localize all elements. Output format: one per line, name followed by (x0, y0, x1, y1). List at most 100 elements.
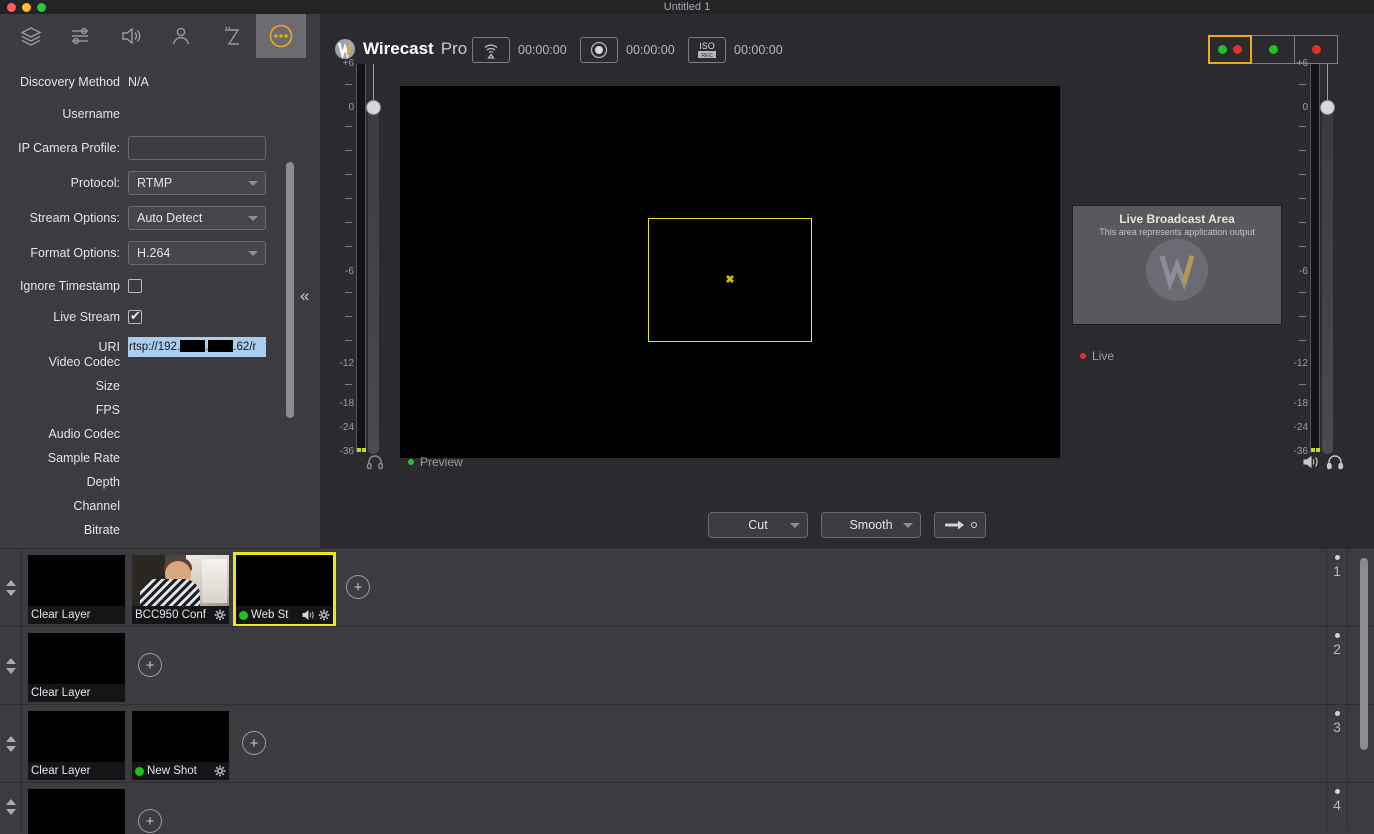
layer-visibility-dot-icon[interactable] (1335, 789, 1340, 794)
stream-options-select[interactable]: Auto Detect (128, 206, 266, 230)
shot-label: Web St (251, 609, 299, 621)
layer-number-label: 2 (1333, 641, 1341, 657)
shot-clear-layer[interactable]: Clear Layer (28, 633, 125, 702)
live-broadcast-title: Live Broadcast Area (1119, 212, 1235, 226)
shot-bcc950-conference-cam[interactable]: BCC950 Conf (132, 555, 229, 624)
sliders-icon[interactable] (56, 14, 106, 58)
stat-row: Channel (0, 494, 320, 518)
volume-fader-knob-right[interactable] (1320, 100, 1335, 115)
preview-status: Preview (408, 455, 463, 469)
shot-caption: Clear Layer (28, 684, 125, 702)
preview-canvas[interactable]: ✖ (400, 86, 1060, 458)
shot-label: Clear Layer (31, 765, 122, 777)
chevron-down-icon (248, 181, 258, 186)
ignore-timestamp-checkbox[interactable] (128, 279, 142, 293)
discovery-method-value: N/A (128, 75, 149, 89)
inspector-scrollbar[interactable] (286, 162, 294, 418)
layer-number-1[interactable]: 1 (1326, 549, 1348, 626)
shot-clear-layer[interactable]: Clear Layer (28, 555, 125, 624)
stat-label: Audio Codec (0, 427, 128, 441)
ignore-timestamp-row: Ignore Timestamp (0, 274, 320, 298)
meter-bars-left (356, 64, 366, 452)
stat-label: FPS (0, 403, 128, 417)
stat-row: Audio Codec (0, 422, 320, 446)
live-broadcast-area[interactable]: Live Broadcast Area This area represents… (1072, 205, 1282, 325)
person-icon[interactable] (156, 14, 206, 58)
layer-number-4[interactable]: 4 (1326, 783, 1348, 831)
stat-row: Size (0, 374, 320, 398)
dual-view-button[interactable] (1208, 35, 1252, 64)
layers-icon[interactable] (6, 14, 56, 58)
layer-up-arrow-icon[interactable] (6, 658, 16, 664)
layer-down-arrow-icon[interactable] (6, 746, 16, 752)
more-icon[interactable] (256, 14, 306, 58)
add-shot-button[interactable]: + (138, 653, 162, 677)
go-transition-button[interactable] (934, 512, 986, 538)
layer-visibility-dot-icon[interactable] (1335, 711, 1340, 716)
layer-up-arrow-icon[interactable] (6, 580, 16, 586)
add-shot-button[interactable]: + (346, 575, 370, 599)
shot-selection-rectangle[interactable]: ✖ (648, 218, 812, 342)
ip-camera-profile-input[interactable] (128, 136, 266, 160)
shot-web-stream[interactable]: Web St (236, 555, 333, 624)
volume-fader-knob-left[interactable] (366, 100, 381, 115)
live-stream-checkbox[interactable] (128, 310, 142, 324)
shot-thumbnail (28, 789, 125, 834)
preview-dot-icon (1269, 45, 1278, 54)
add-shot-button[interactable]: + (242, 731, 266, 755)
protocol-select[interactable]: RTMP (128, 171, 266, 195)
layer-number-2[interactable]: 2 (1326, 627, 1348, 704)
layer-number-3[interactable]: 3 (1326, 705, 1348, 782)
chevron-down-icon (248, 251, 258, 256)
record-timer: 00:00:00 (626, 43, 675, 57)
shot-clear-layer[interactable] (28, 789, 125, 834)
layer-4-arrows (0, 783, 22, 831)
layer-up-arrow-icon[interactable] (6, 736, 16, 742)
layer-row: Clear Layer (0, 548, 1374, 626)
preview-headphone-icon[interactable] (366, 454, 384, 475)
selection-center-handle-icon[interactable]: ✖ (725, 276, 734, 284)
iso-record-button[interactable]: ISO REC (688, 37, 726, 63)
shot-label: New Shot (147, 765, 211, 777)
protocol-row: Protocol: RTMP (0, 169, 320, 197)
audio-icon[interactable] (106, 14, 156, 58)
record-icon (589, 40, 609, 60)
layer-visibility-dot-icon[interactable] (1335, 633, 1340, 638)
live-speaker-icon[interactable] (1302, 454, 1320, 475)
format-options-select[interactable]: H.264 (128, 241, 266, 265)
protocol-label: Protocol: (0, 176, 128, 190)
record-button[interactable] (580, 37, 618, 63)
live-dot-icon (1312, 45, 1321, 54)
live-headphone-icon[interactable] (1326, 454, 1344, 475)
transition-b-value: Smooth (849, 518, 892, 532)
wirecast-logo-icon (334, 38, 356, 60)
layer-down-arrow-icon[interactable] (6, 590, 16, 596)
layer-down-arrow-icon[interactable] (6, 809, 16, 815)
shot-caption: New Shot (132, 762, 229, 780)
gear-icon (318, 609, 330, 621)
collapse-panel-chevron-icon[interactable]: « (300, 286, 309, 306)
svg-text:REC: REC (701, 53, 713, 59)
add-shot-button[interactable]: + (138, 809, 162, 833)
volume-fader-right[interactable] (1322, 100, 1333, 454)
layer-up-arrow-icon[interactable] (6, 799, 16, 805)
gear-icon (214, 765, 226, 777)
shot-new-shot[interactable]: New Shot (132, 711, 229, 780)
broadcast-button[interactable] (472, 37, 510, 63)
text-icon[interactable] (206, 14, 256, 58)
stream-options-label: Stream Options: (0, 211, 128, 225)
shot-caption: BCC950 Conf (132, 606, 229, 624)
transition-a-select[interactable]: Cut (708, 512, 808, 538)
transition-b-select[interactable]: Smooth (821, 512, 921, 538)
live-broadcast-subtitle: This area represents application output (1099, 227, 1255, 237)
layer-visibility-dot-icon[interactable] (1335, 555, 1340, 560)
layer-number-label: 3 (1333, 719, 1341, 735)
layers-scrollbar[interactable] (1360, 558, 1368, 750)
volume-fader-left[interactable] (368, 100, 379, 454)
live-status-dot-icon (1080, 353, 1086, 359)
layer-down-arrow-icon[interactable] (6, 668, 16, 674)
shot-clear-layer[interactable]: Clear Layer (28, 711, 125, 780)
chevron-down-icon (790, 523, 800, 528)
window-title: Untitled 1 (0, 0, 1374, 14)
broadcast-control: 00:00:00 (472, 37, 567, 63)
